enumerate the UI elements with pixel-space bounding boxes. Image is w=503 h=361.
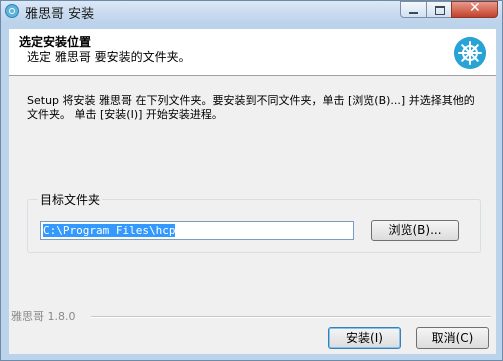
page-subtitle: 选定 雅思哥 要安装的文件夹。 — [27, 50, 191, 64]
install-button[interactable]: 安装(I) — [328, 327, 401, 349]
footer-divider — [91, 316, 491, 318]
content-area: Setup 将安装 雅思哥 在下列文件夹。要安装到不同文件夹，单击 [浏览(B)… — [9, 76, 496, 298]
title-bar[interactable]: 雅思哥 安装 ✕ — [1, 0, 502, 22]
minimize-button[interactable] — [400, 1, 427, 18]
maximize-button[interactable] — [426, 1, 452, 18]
destination-folder-group: 目标文件夹 C:\Program Files\hcp 浏览(B)... — [27, 191, 481, 253]
brand-version: 雅思哥 1.8.0 — [11, 310, 76, 323]
installer-window: 雅思哥 安装 ✕ 选定安装位置 选定 雅思哥 要安装的文件夹。 Setup 将安… — [0, 0, 503, 361]
instructions-text: Setup 将安装 雅思哥 在下列文件夹。要安装到不同文件夹，单击 [浏览(B)… — [27, 94, 475, 121]
minimize-icon — [409, 12, 418, 14]
window-title: 雅思哥 安装 — [25, 7, 95, 22]
cancel-button[interactable]: 取消(C) — [416, 327, 489, 349]
app-icon — [5, 4, 19, 18]
destination-folder-label: 目标文件夹 — [38, 191, 103, 208]
app-logo-icon — [454, 37, 486, 69]
install-path-value: C:\Program Files\hcp — [43, 224, 176, 237]
maximize-icon — [435, 6, 445, 15]
browse-button[interactable]: 浏览(B)... — [371, 220, 459, 241]
page-header: 选定安装位置 选定 雅思哥 要安装的文件夹。 — [9, 29, 496, 76]
close-button[interactable]: ✕ — [451, 0, 498, 18]
footer: 雅思哥 1.8.0 安装(I) 取消(C) — [9, 298, 496, 354]
install-path-input[interactable]: C:\Program Files\hcp — [40, 221, 354, 240]
close-icon: ✕ — [469, 0, 481, 16]
